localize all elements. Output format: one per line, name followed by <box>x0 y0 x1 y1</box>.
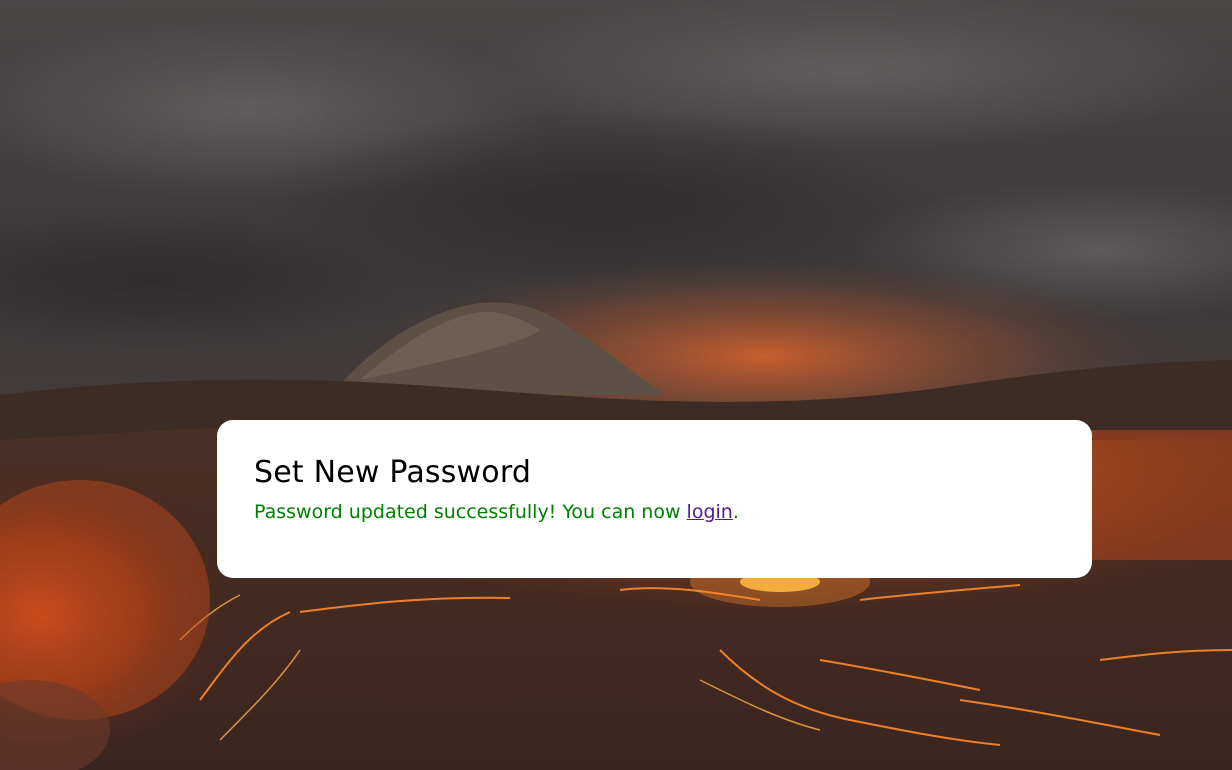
login-link[interactable]: login <box>687 501 733 523</box>
success-message-text: Password updated successfully! You can n… <box>254 501 687 523</box>
volcano-landscape-image <box>0 0 1232 770</box>
success-message-suffix: . <box>732 501 739 523</box>
page-title: Set New Password <box>254 455 532 490</box>
success-message: Password updated successfully! You can n… <box>254 498 1055 526</box>
page-background: Set New Password Password updated succes… <box>0 0 1232 770</box>
set-password-card: Set New Password Password updated succes… <box>217 420 1092 578</box>
